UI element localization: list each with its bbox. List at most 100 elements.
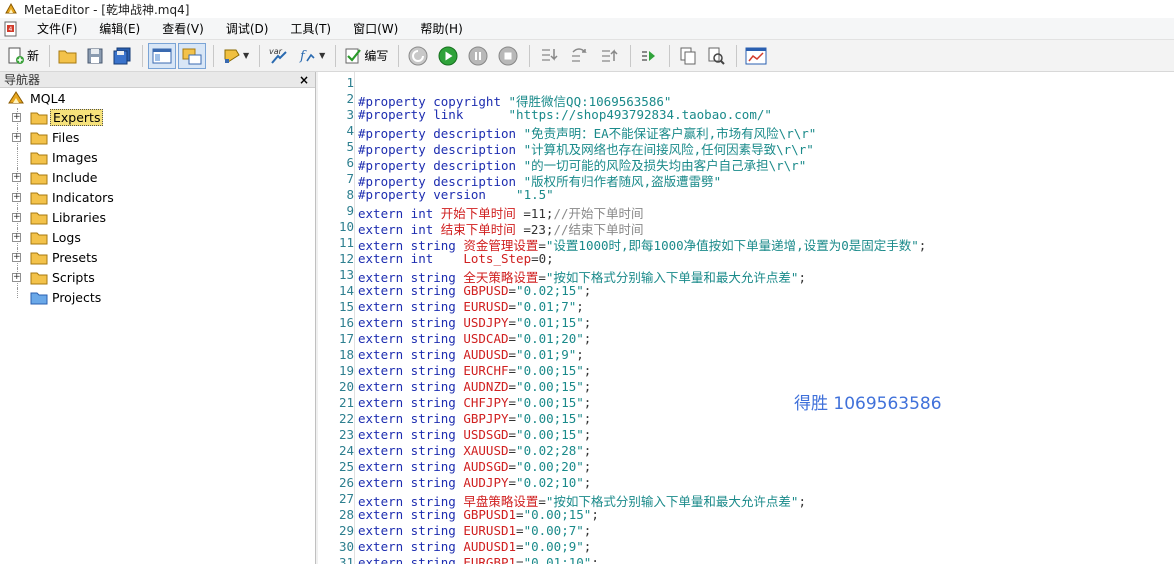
code-line[interactable]: 17 extern string USDCAD="0.01;20";	[318, 331, 1174, 347]
menu-window[interactable]: 窗口(W)	[342, 18, 409, 40]
menu-view[interactable]: 查看(V)	[151, 18, 215, 40]
stop-button[interactable]	[494, 43, 522, 69]
folder-icon	[30, 252, 48, 265]
line-number: 31	[338, 555, 354, 564]
line-number: 11	[338, 235, 354, 250]
tree-item-files[interactable]: + Files	[0, 128, 316, 148]
code-line[interactable]: 5 #property description "计算机及网络也存在间接风险,任何…	[318, 139, 1174, 157]
step-into-button[interactable]	[535, 43, 563, 69]
expand-icon[interactable]: +	[12, 193, 21, 202]
tree-item-projects[interactable]: Projects	[0, 288, 316, 308]
code-line[interactable]: 6 #property description "的一切可能的风险及损失均由客户自…	[318, 155, 1174, 173]
tree-item-logs[interactable]: + Logs	[0, 228, 316, 248]
code-line[interactable]: 28 extern string GBPUSD1="0.00;15";	[318, 507, 1174, 523]
insert-var-button[interactable]: var	[265, 43, 293, 69]
code-line[interactable]: 18 extern string AUDUSD="0.01;9";	[318, 347, 1174, 363]
toolbox-toggle-button[interactable]	[178, 42, 207, 69]
stop-icon	[498, 46, 518, 65]
code-token: =	[516, 507, 524, 522]
code-line[interactable]: 20 extern string AUDNZD="0.00;15";	[318, 379, 1174, 395]
code-line[interactable]: 9 extern int 开始下单时间 =11;//开始下单时间	[318, 203, 1174, 221]
code-line[interactable]: 31 extern string EURGBP1="0.01;10";	[318, 555, 1174, 564]
code-line[interactable]: 24 extern string XAUUSD="0.02;28";	[318, 443, 1174, 459]
document-icon[interactable]: 4	[4, 21, 18, 37]
tree-item-include[interactable]: + Include	[0, 168, 316, 188]
navigator-toggle-button[interactable]	[148, 42, 177, 69]
code-token: ;	[583, 379, 592, 394]
code-editor[interactable]: 1 2 #property copyright "得胜微信QQ:1069563586…	[318, 72, 1174, 564]
menu-edit[interactable]: 编辑(E)	[88, 18, 151, 40]
compile-button[interactable]: 编写	[341, 43, 391, 69]
chevron-down-icon[interactable]: ▼	[319, 51, 325, 60]
tree-item-images[interactable]: Images	[0, 148, 316, 168]
code-line[interactable]: 1	[318, 75, 1174, 91]
new-button[interactable]: 新	[4, 43, 42, 69]
code-line[interactable]: 22 extern string GBPJPY="0.00;15";	[318, 411, 1174, 427]
code-token: extern string	[358, 395, 464, 410]
chevron-down-icon[interactable]: ▼	[243, 51, 249, 60]
step-over-button[interactable]	[565, 43, 593, 69]
insert-function-button[interactable]: f ▼	[295, 43, 328, 69]
expand-icon[interactable]: +	[12, 113, 21, 122]
line-number: 26	[338, 475, 354, 490]
toolbar-separator	[49, 44, 51, 67]
line-number: 24	[338, 443, 354, 458]
code-line[interactable]: 12 extern int Lots_Step=0;	[318, 251, 1174, 267]
start-button[interactable]	[434, 43, 462, 69]
debug-stop-button[interactable]	[404, 43, 432, 69]
tree-item-presets[interactable]: + Presets	[0, 248, 316, 268]
code-line[interactable]: 15 extern string EURUSD="0.01;7";	[318, 299, 1174, 315]
code-line[interactable]: 2 #property copyright "得胜微信QQ:1069563586"	[318, 91, 1174, 109]
code-line[interactable]: 10 extern int 结束下单时间 =23;//结束下单时间	[318, 219, 1174, 237]
code-line[interactable]: 14 extern string GBPUSD="0.02;15";	[318, 283, 1174, 299]
open-button[interactable]	[55, 43, 81, 69]
code-line[interactable]: 3 #property link "https://shop493792834.t…	[318, 107, 1174, 123]
code-line[interactable]: 23 extern string USDSGD="0.00;15";	[318, 427, 1174, 443]
code-line[interactable]: 13 extern string 全天策略设置="按如下格式分别输入下单量和最大允…	[318, 267, 1174, 285]
code-text: extern string EURUSD1="0.00;7";	[358, 523, 591, 538]
code-token: "0.00;9"	[523, 539, 584, 554]
tree-item-scripts[interactable]: + Scripts	[0, 268, 316, 288]
terminal-button[interactable]	[742, 43, 770, 69]
go-to-button[interactable]	[636, 43, 662, 69]
copy-button[interactable]	[675, 43, 701, 69]
tree-item-indicators[interactable]: + Indicators	[0, 188, 316, 208]
find-button[interactable]	[703, 43, 729, 69]
code-line[interactable]: 30 extern string AUDUSD1="0.00;9";	[318, 539, 1174, 555]
menu-tools[interactable]: 工具(T)	[279, 18, 342, 40]
tree-item-libraries[interactable]: + Libraries	[0, 208, 316, 228]
expand-icon[interactable]: +	[12, 213, 21, 222]
code-token: AUDUSD1	[463, 539, 517, 554]
pause-button[interactable]	[464, 43, 492, 69]
tree-item-label: Include	[52, 170, 98, 185]
code-line[interactable]: 11 extern string 资金管理设置="设置1000时,即每1000净值…	[318, 235, 1174, 253]
tree-root-mql4[interactable]: MQL4	[0, 88, 315, 108]
code-line[interactable]: 7 #property description "版权所有归作者随风,盗版遭雷劈"	[318, 171, 1174, 189]
code-token: ;	[583, 411, 592, 426]
code-line[interactable]: 19 extern string EURCHF="0.00;15";	[318, 363, 1174, 379]
save-all-button[interactable]	[109, 43, 135, 69]
expand-icon[interactable]: +	[12, 233, 21, 242]
code-line[interactable]: 29 extern string EURUSD1="0.00;7";	[318, 523, 1174, 539]
menu-help[interactable]: 帮助(H)	[409, 18, 473, 40]
code-line[interactable]: 21 extern string CHFJPY="0.00;15";	[318, 395, 1174, 411]
expand-icon[interactable]: +	[12, 133, 21, 142]
code-line[interactable]: 26 extern string AUDJPY="0.02;10";	[318, 475, 1174, 491]
styler-button[interactable]: ▼	[219, 43, 252, 69]
tree-item-experts[interactable]: + Experts	[0, 108, 316, 128]
line-number: 28	[338, 507, 354, 522]
code-line[interactable]: 8 #property version "1.5"	[318, 187, 1174, 203]
expand-icon[interactable]: +	[12, 173, 21, 182]
save-button[interactable]	[83, 43, 107, 69]
code-line[interactable]: 25 extern string AUDSGD="0.00;20";	[318, 459, 1174, 475]
expand-icon[interactable]: +	[12, 253, 21, 262]
close-icon[interactable]: ×	[299, 73, 309, 87]
tree-item-label: Experts	[50, 109, 104, 126]
code-line[interactable]: 16 extern string USDJPY="0.01;15";	[318, 315, 1174, 331]
code-line[interactable]: 4 #property description "免责声明：EA不能保证客户赢利,…	[318, 123, 1174, 141]
code-line[interactable]: 27 extern string 早盘策略设置="按如下格式分别输入下单量和最大允…	[318, 491, 1174, 509]
menu-debug[interactable]: 调试(D)	[215, 18, 280, 40]
step-out-button[interactable]	[595, 43, 623, 69]
expand-icon[interactable]: +	[12, 273, 21, 282]
menu-file[interactable]: 文件(F)	[26, 18, 88, 40]
